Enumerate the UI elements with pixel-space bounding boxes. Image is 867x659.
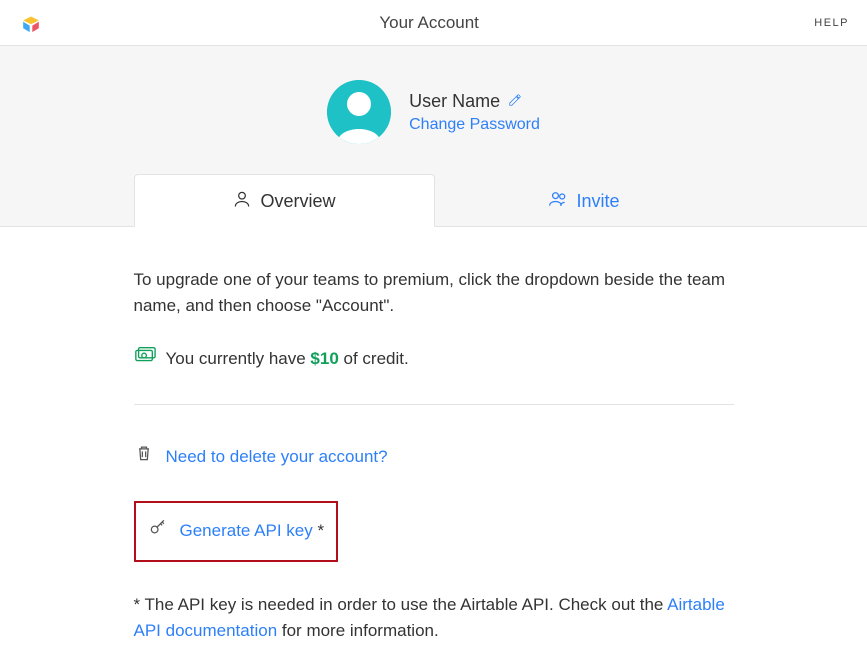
tab-overview-label: Overview	[260, 191, 335, 212]
edit-name-icon[interactable]	[508, 91, 522, 112]
key-icon	[148, 517, 168, 545]
generate-api-key-link[interactable]: Generate API key	[180, 521, 313, 540]
tab-overview[interactable]: Overview	[134, 174, 435, 227]
header: Your Account HELP	[0, 0, 867, 46]
footnote-prefix: * The API key is needed in order to use …	[134, 595, 668, 614]
people-icon	[548, 189, 568, 214]
profile-text: User Name Change Password	[409, 91, 540, 134]
footnote-suffix: for more information.	[277, 621, 439, 640]
change-password-link[interactable]: Change Password	[409, 116, 540, 134]
person-icon	[232, 189, 252, 214]
content-area: To upgrade one of your teams to premium,…	[134, 227, 734, 644]
credit-amount: $10	[310, 349, 338, 368]
username-row: User Name	[409, 91, 540, 112]
airtable-logo-icon[interactable]	[18, 10, 44, 36]
credit-prefix: You currently have	[166, 349, 311, 368]
tab-invite[interactable]: Invite	[435, 174, 734, 226]
trash-icon	[134, 443, 154, 471]
profile-row: User Name Change Password	[0, 46, 867, 174]
credit-text: You currently have $10 of credit.	[166, 346, 409, 372]
tab-invite-label: Invite	[576, 191, 619, 212]
page-title: Your Account	[44, 13, 814, 33]
user-name-label: User Name	[409, 91, 500, 112]
asterisk: *	[313, 521, 324, 540]
upgrade-text: To upgrade one of your teams to premium,…	[134, 267, 734, 320]
generate-api-key-text: Generate API key *	[180, 518, 325, 544]
delete-account-link[interactable]: Need to delete your account?	[166, 444, 388, 470]
help-link[interactable]: HELP	[814, 17, 849, 29]
credit-suffix: of credit.	[339, 349, 409, 368]
api-footnote: * The API key is needed in order to use …	[134, 592, 734, 645]
generate-api-key-highlight: Generate API key *	[134, 501, 339, 561]
credit-row: You currently have $10 of credit.	[134, 344, 734, 374]
avatar	[327, 80, 391, 144]
divider	[134, 404, 734, 405]
delete-account-row: Need to delete your account?	[134, 443, 734, 471]
money-icon	[134, 344, 156, 374]
profile-banner: User Name Change Password Overview Invit…	[0, 46, 867, 227]
tabs-row: Overview Invite	[134, 174, 734, 226]
